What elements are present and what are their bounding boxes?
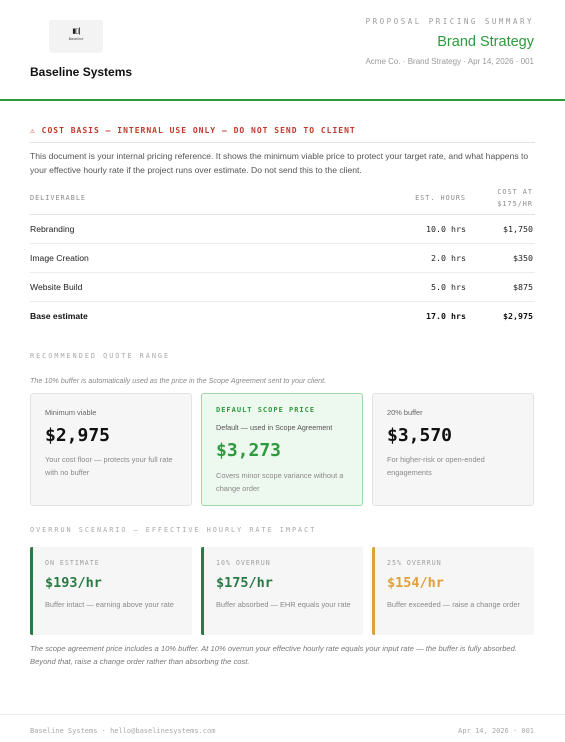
company-logo: ▮▯| Baseline	[49, 20, 103, 53]
footer-contact: Baseline Systems · hello@baselinesystems…	[30, 727, 216, 735]
document-title: Brand Strategy	[437, 34, 534, 50]
table-row: Image Creation 2.0 hrs $350	[30, 244, 535, 273]
column-header-cost-line1: COST AT	[497, 188, 533, 196]
overrun-card-rate: $193/hr	[45, 575, 102, 591]
deliverable-cost: $1,750	[503, 224, 533, 234]
price-card-minimum: Minimum viable $2,975 Your cost floor — …	[30, 393, 192, 506]
deliverable-hours: 2.0 hrs	[431, 253, 466, 263]
column-header-hours: EST. HOURS	[415, 194, 466, 202]
total-hours: 17.0 hrs	[426, 311, 466, 321]
closing-note: The scope agreement price includes a 10%…	[30, 644, 517, 666]
overrun-card-rate: $175/hr	[216, 575, 273, 591]
quote-range-note: The 10% buffer is automatically used as …	[30, 376, 327, 385]
column-header-cost-line2: $175/HR	[497, 200, 533, 208]
table-row: Website Build 5.0 hrs $875	[30, 273, 535, 302]
deliverable-name: Image Creation	[30, 253, 89, 263]
overrun-card-25pct: 25% OVERRUN $154/hr Buffer exceeded — ra…	[372, 547, 534, 635]
price-card-description: Covers minor scope variance without a ch…	[216, 471, 344, 493]
price-card-tag: DEFAULT SCOPE PRICE	[216, 406, 316, 414]
column-header-deliverable: DELIVERABLE	[30, 194, 87, 202]
price-card-label: Minimum viable	[45, 408, 97, 417]
price-card-amount: $2,975	[45, 425, 111, 446]
cost-table: DELIVERABLE EST. HOURS COST AT $175/HR R…	[30, 185, 535, 331]
document-kicker: PROPOSAL PRICING SUMMARY	[365, 17, 534, 26]
overrun-heading: OVERRUN SCENARIO — EFFECTIVE HOURLY RATE…	[30, 526, 317, 534]
document-meta: Acme Co. · Brand Strategy · Apr 14, 2026…	[365, 57, 534, 66]
logo-mark-icon: ▮▯|	[72, 27, 80, 35]
table-total-row: Base estimate 17.0 hrs $2,975	[30, 302, 535, 331]
deliverable-cost: $350	[513, 253, 533, 263]
column-header-cost: COST AT $175/HR	[497, 186, 533, 210]
deliverable-hours: 10.0 hrs	[426, 224, 466, 234]
table-header: DELIVERABLE EST. HOURS COST AT $175/HR	[30, 185, 535, 215]
total-cost: $2,975	[503, 311, 533, 321]
deliverable-hours: 5.0 hrs	[431, 282, 466, 292]
logo-wordmark: Baseline	[68, 37, 84, 41]
deliverable-cost: $875	[513, 282, 533, 292]
overrun-card-heading: ON ESTIMATE	[45, 559, 100, 567]
overrun-card-description: Buffer intact — earning above your rate	[45, 600, 174, 609]
price-card-label: 20% buffer	[387, 408, 423, 417]
overrun-card-heading: 25% OVERRUN	[387, 559, 442, 567]
price-card-description: Your cost floor — protects your full rat…	[45, 455, 173, 477]
price-card-subtitle: Default — used in Scope Agreement	[216, 423, 333, 432]
document-header: ▮▯| Baseline Baseline Systems PROPOSAL P…	[0, 0, 565, 101]
price-card-default: DEFAULT SCOPE PRICE Default — used in Sc…	[201, 393, 363, 506]
quote-range-heading: RECOMMENDED QUOTE RANGE	[30, 352, 171, 360]
overrun-card-description: Buffer exceeded — raise a change order	[387, 600, 520, 609]
price-card-amount: $3,273	[216, 440, 282, 461]
footer-date: Apr 14, 2026 · 001	[458, 727, 534, 735]
total-label: Base estimate	[30, 311, 88, 321]
internal-use-warning: ⚠ COST BASIS — INTERNAL USE ONLY — DO NO…	[30, 126, 535, 143]
overrun-card-rate: $154/hr	[387, 575, 444, 591]
price-card-description: For higher-risk or open-ended engagement…	[387, 455, 485, 477]
price-card-buffer: 20% buffer $3,570 For higher-risk or ope…	[372, 393, 534, 506]
overrun-card-heading: 10% OVERRUN	[216, 559, 271, 567]
intro-paragraph: This document is your internal pricing r…	[30, 151, 529, 175]
overrun-card-description: Buffer absorbed — EHR equals your rate	[216, 600, 351, 609]
table-row: Rebranding 10.0 hrs $1,750	[30, 215, 535, 244]
overrun-card-on-estimate: ON ESTIMATE $193/hr Buffer intact — earn…	[30, 547, 192, 635]
overrun-card-10pct: 10% OVERRUN $175/hr Buffer absorbed — EH…	[201, 547, 363, 635]
document-footer: Baseline Systems · hello@baselinesystems…	[0, 714, 565, 742]
deliverable-name: Website Build	[30, 282, 83, 292]
deliverable-name: Rebranding	[30, 224, 75, 234]
company-name: Baseline Systems	[30, 65, 133, 79]
price-card-amount: $3,570	[387, 425, 453, 446]
